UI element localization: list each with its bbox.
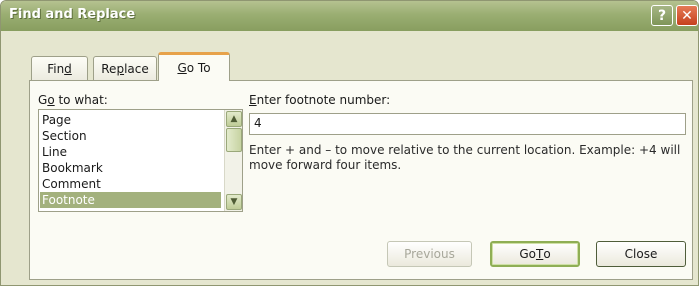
tab-replace-label: Replace [101,61,149,76]
help-button[interactable]: ? [651,5,673,26]
close-window-button[interactable]: ✕ [676,5,698,26]
arrow-up-icon: ▲ [230,114,238,124]
title-bar[interactable]: Find and Replace ? ✕ [1,1,698,31]
previous-button[interactable]: Previous [387,241,472,267]
enter-footnote-label: Enter footnote number: [249,93,391,107]
scroll-up-button[interactable]: ▲ [226,111,242,127]
close-icon: ✕ [681,7,693,24]
tab-go-to-label: Go To [177,61,211,75]
find-replace-dialog: Find and Replace ? ✕ Find Replace Go To … [0,0,699,286]
dialog-title: Find and Replace [9,7,136,22]
scroll-thumb[interactable] [226,128,242,152]
scroll-down-button[interactable]: ▼ [226,194,242,210]
go-to-what-list[interactable]: Page Section Line Bookmark Comment Footn… [38,109,243,212]
go-to-panel: Go to what: Page Section Line Bookmark C… [29,80,693,280]
list-item-comment[interactable]: Comment [40,176,221,192]
navigation-hint: Enter + and – to move relative to the cu… [249,143,681,172]
tab-go-to[interactable]: Go To [158,52,230,81]
help-icon: ? [657,7,667,24]
go-to-button[interactable]: Go To [490,241,580,267]
arrow-down-icon: ▼ [230,197,238,207]
footnote-number-input[interactable]: 4 [249,113,686,135]
list-scrollbar[interactable]: ▲ ▼ [224,110,242,211]
tab-replace[interactable]: Replace [93,56,157,80]
tab-find-label: Find [47,61,72,76]
list-item-section[interactable]: Section [40,128,221,144]
tab-find[interactable]: Find [31,56,88,80]
go-to-what-label: Go to what: [38,93,108,107]
close-button[interactable]: Close [596,241,686,267]
list-item-footnote[interactable]: Footnote [40,192,221,208]
list-item-bookmark[interactable]: Bookmark [40,160,221,176]
list-item-line[interactable]: Line [40,144,221,160]
list-item-page[interactable]: Page [40,112,221,128]
